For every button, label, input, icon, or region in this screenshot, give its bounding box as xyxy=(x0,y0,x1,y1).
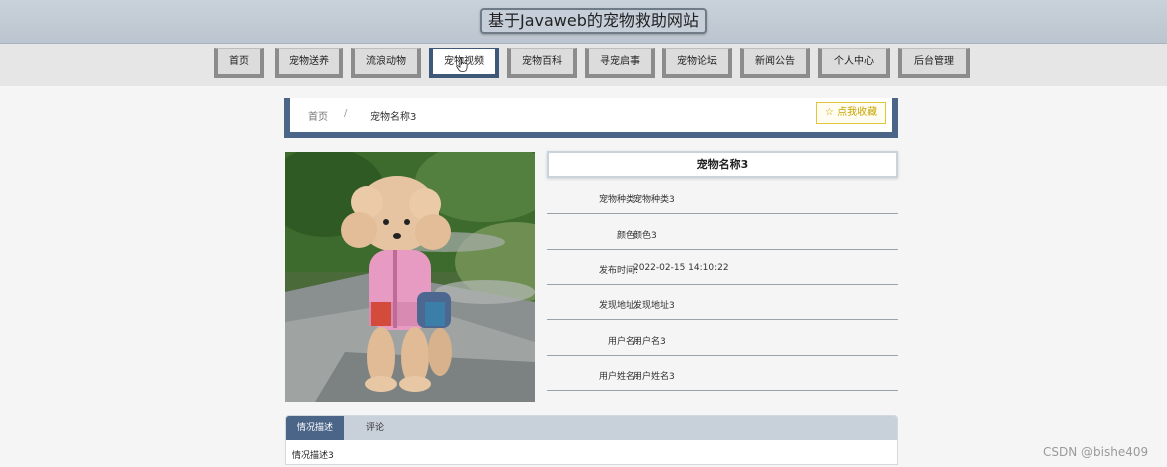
hand-cursor-icon xyxy=(456,58,468,72)
tab-description[interactable]: 情况描述 xyxy=(286,416,344,440)
breadcrumb-home-link[interactable]: 首页 xyxy=(308,108,328,123)
detail-row-real-name: 用户姓名: 用户姓名3 xyxy=(547,355,898,391)
color-value: 颜色3 xyxy=(633,231,657,241)
nav-item-home[interactable]: 首页 xyxy=(214,48,264,78)
detail-row-found-address: 发现地址: 发现地址3 xyxy=(547,284,898,320)
breadcrumb-separator: / xyxy=(344,108,348,119)
pet-photo xyxy=(285,152,535,402)
site-header: 基于Javaweb的宠物救助网站 xyxy=(0,0,1167,44)
nav-item-admin[interactable]: 后台管理 xyxy=(898,48,970,78)
found-address-value: 发现地址3 xyxy=(633,301,675,311)
tab-comments[interactable]: 评论 xyxy=(350,416,400,440)
real-name-value: 用户姓名3 xyxy=(633,372,675,382)
nav-item-lost-pet-notices[interactable]: 寻宠启事 xyxy=(585,48,655,78)
detail-row-username: 用户名: 用户名3 xyxy=(547,320,898,356)
favorite-button[interactable]: ☆ 点我收藏 xyxy=(816,102,886,124)
pet-detail-panel: 宠物名称3 宠物种类: 宠物种类3 颜色: 颜色3 发布时间: 2022-02-… xyxy=(547,151,898,391)
detail-row-color: 颜色: 颜色3 xyxy=(547,214,898,250)
description-tabs-panel: 情况描述 评论 情况描述3 xyxy=(285,415,898,465)
breadcrumb-current: 宠物名称3 xyxy=(370,112,417,123)
description-content: 情况描述3 xyxy=(292,451,334,461)
breadcrumb-bar: 首页 / 宠物名称3 ☆ 点我收藏 xyxy=(284,98,898,138)
username-value: 用户名3 xyxy=(633,337,666,347)
csdn-watermark: CSDN @bishe409 xyxy=(1043,445,1149,459)
main-nav: 首页 宠物送养 流浪动物 宠物视频 宠物百科 寻宠启事 宠物论坛 新闻公告 个人… xyxy=(0,44,1167,86)
detail-row-species: 宠物种类: 宠物种类3 xyxy=(547,178,898,214)
detail-row-publish-time: 发布时间: 2022-02-15 14:10:22 xyxy=(547,249,898,285)
site-title: 基于Javaweb的宠物救助网站 xyxy=(480,8,707,34)
nav-item-pet-forum[interactable]: 宠物论坛 xyxy=(662,48,732,78)
nav-item-user-center[interactable]: 个人中心 xyxy=(818,48,890,78)
publish-time-value: 2022-02-15 14:10:22 xyxy=(633,263,729,273)
nav-item-pet-encyclopedia[interactable]: 宠物百科 xyxy=(507,48,577,78)
nav-item-pet-adoption[interactable]: 宠物送养 xyxy=(275,48,343,78)
nav-item-stray-animals[interactable]: 流浪动物 xyxy=(351,48,421,78)
species-value: 宠物种类3 xyxy=(633,195,675,205)
nav-item-news[interactable]: 新闻公告 xyxy=(740,48,810,78)
tab-bar: 情况描述 评论 xyxy=(286,416,897,440)
pet-name-title: 宠物名称3 xyxy=(547,151,898,178)
